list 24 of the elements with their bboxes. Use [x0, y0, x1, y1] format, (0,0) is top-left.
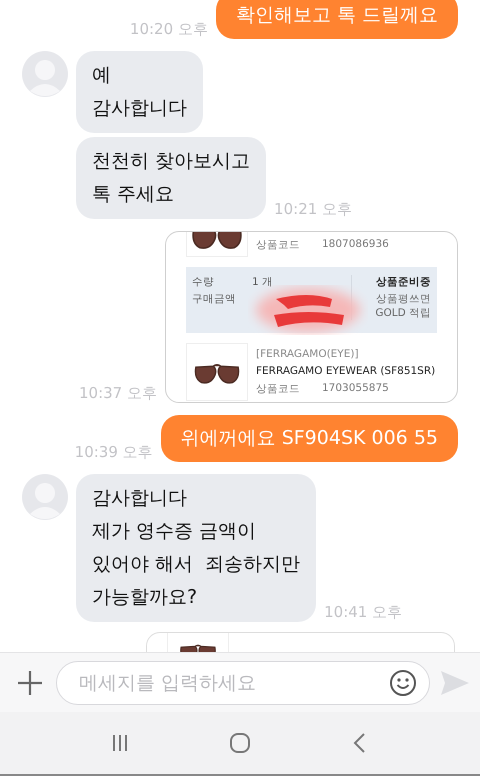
- order-status: 상품준비중: [375, 275, 431, 289]
- code-label: 상품코드: [256, 382, 300, 396]
- emoji-icon[interactable]: [389, 668, 417, 696]
- timestamp: 10:39 오후: [74, 443, 153, 462]
- timestamp: 10:21 오후: [274, 200, 352, 219]
- code-value: 1807086936: [322, 238, 389, 252]
- message-field[interactable]: 메세지를 입력하세요: [56, 660, 430, 704]
- message-bubble: 예 감사합니다: [76, 51, 203, 133]
- quantity-label: 수량: [192, 275, 215, 289]
- product-name: FERRAGAMO EYEWEAR (SF851SR): [256, 365, 436, 377]
- review-note: 상품평쓰면 GOLD 적립: [374, 292, 431, 320]
- timestamp: 10:20 오후: [130, 20, 208, 39]
- message-bubble: 확인해보고 톡 드릴께요: [216, 0, 458, 39]
- quantity-value: 1 개: [252, 275, 274, 289]
- amount-label: 구매금액: [192, 292, 237, 306]
- brand-name: [FERRAGAMO(EYE)]: [256, 348, 360, 360]
- code-value: 1703055875: [322, 382, 389, 396]
- message-bubble: 위에꺼에요 SF904SK 006 55: [160, 415, 458, 462]
- code-label: 상품코드: [256, 238, 300, 252]
- timestamp: 10:41 오후: [324, 603, 402, 622]
- timestamp: 10:37 오후: [79, 384, 157, 403]
- home-icon[interactable]: [228, 731, 252, 755]
- message-bubble: 천천히 찾아보시고 톡 주세요: [76, 137, 266, 219]
- message-bubble: 감사합니다 제가 영수증 금액이 있어야 해서 죄송하지만 가능할까요?: [76, 474, 316, 622]
